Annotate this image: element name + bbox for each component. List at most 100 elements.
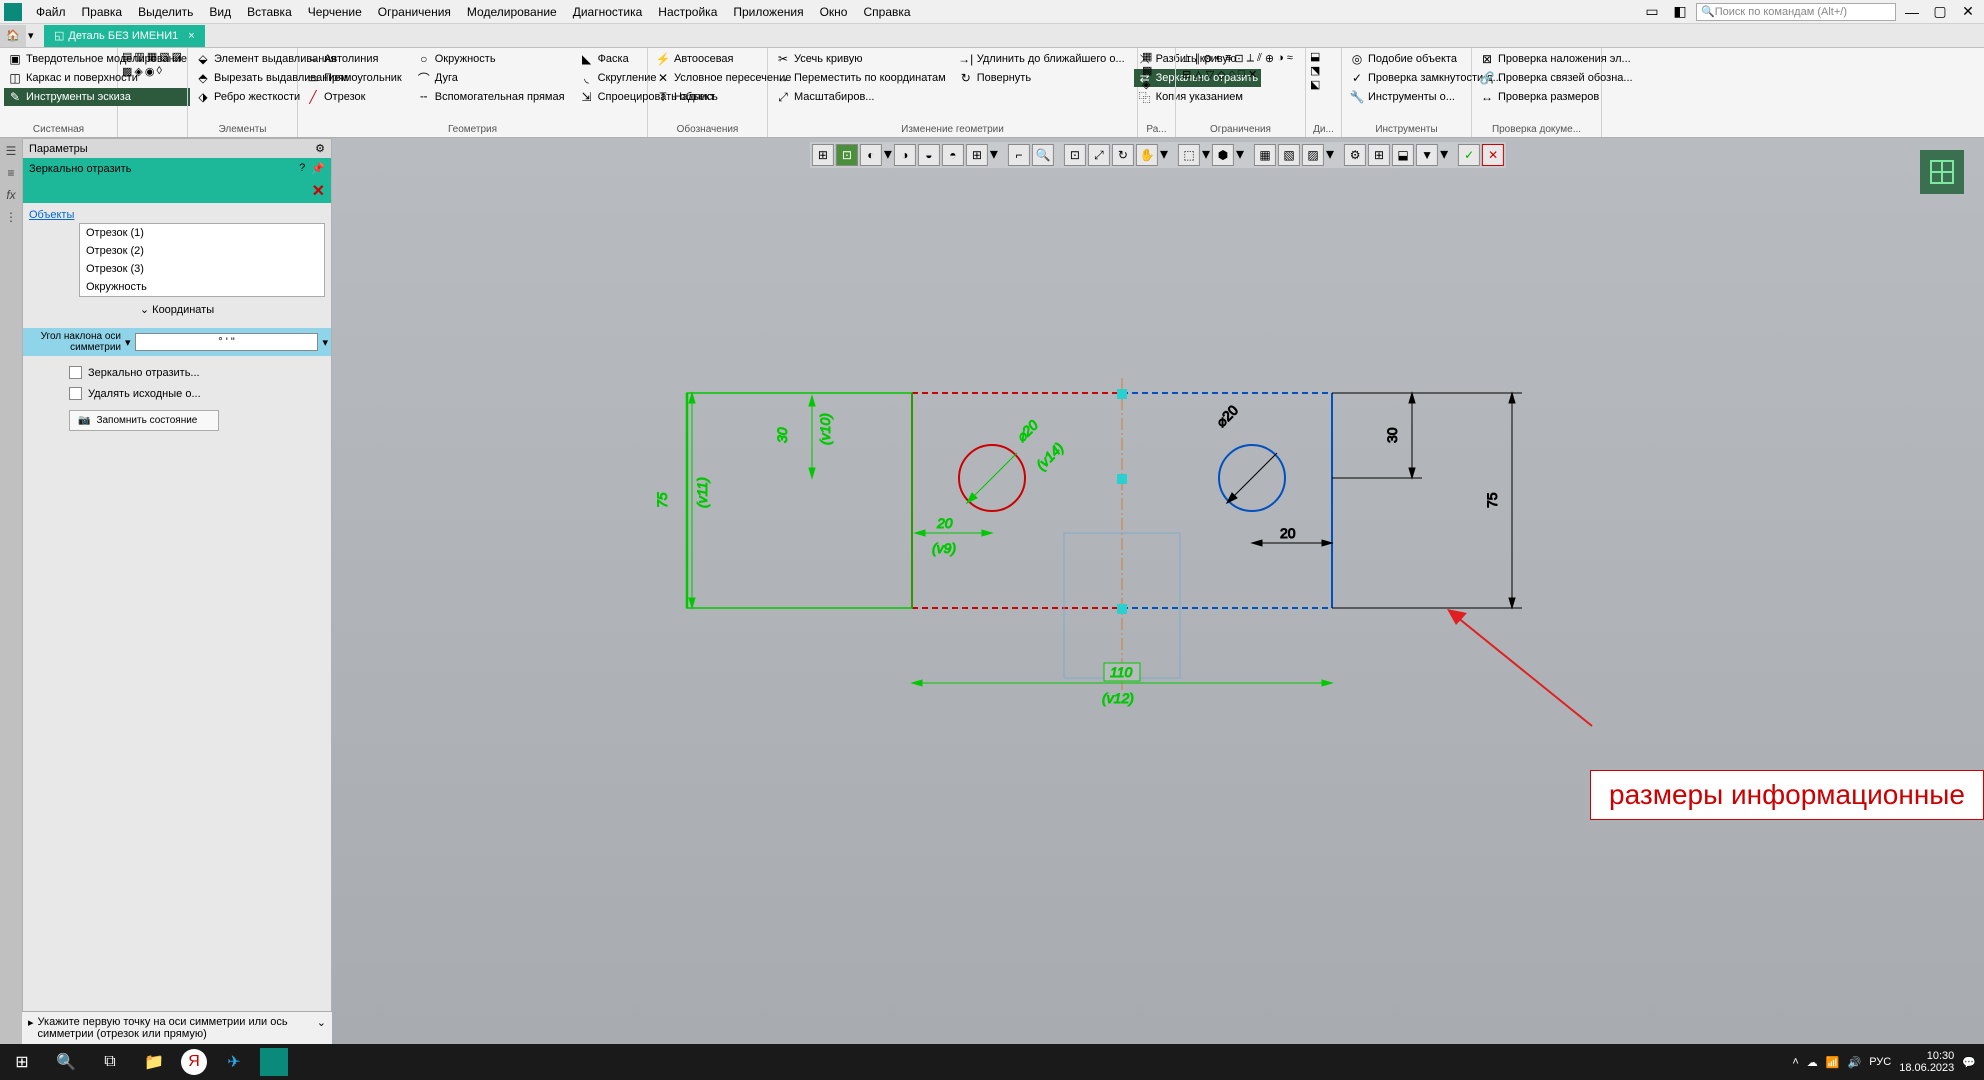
tool-icon[interactable]: ▩ [1142, 64, 1152, 77]
kompas-button[interactable] [260, 1048, 288, 1076]
tab-close-icon[interactable]: × [188, 30, 194, 42]
constraint-icon[interactable]: □ [1238, 68, 1245, 81]
vt-icon[interactable]: ⬚ [1178, 144, 1200, 166]
constraint-icon[interactable]: ⟂ [1247, 52, 1254, 65]
vt-icon[interactable]: ▼ [1416, 144, 1438, 166]
vt-icon[interactable]: ◓ [942, 144, 964, 166]
menu-diagnostics[interactable]: Диагностика [565, 3, 651, 21]
tool-icon[interactable]: ▩ [122, 65, 132, 78]
constraint-icon[interactable]: ⊥ [1182, 52, 1192, 65]
layers-icon[interactable]: ≡ [2, 164, 20, 182]
constraint-icon[interactable]: ◐ [1215, 52, 1222, 65]
move-button[interactable]: ↔Переместить по координатам [772, 69, 949, 87]
tray-chevron-icon[interactable]: ˄ [1792, 1056, 1798, 1068]
vt-icon[interactable]: ▨ [1302, 144, 1324, 166]
menu-help[interactable]: Справка [855, 3, 918, 21]
scale-button[interactable]: ⤢Масштабиров... [772, 88, 949, 106]
vt-icon[interactable]: ⤢ [1088, 144, 1110, 166]
start-button[interactable]: ⊞ [0, 1044, 44, 1080]
trim-button[interactable]: ✂Усечь кривую [772, 50, 949, 68]
clock[interactable]: 10:30 18.06.2023 [1899, 1050, 1954, 1074]
rotate-button[interactable]: ↻Повернуть [955, 69, 1128, 87]
constraint-icon[interactable]: △ [1194, 68, 1202, 81]
search-button[interactable]: 🔍 [44, 1044, 88, 1080]
dropdown-icon[interactable]: ▾ [990, 144, 998, 166]
rectangle-button[interactable]: ▭Прямоугольник [302, 69, 405, 87]
vt-icon[interactable]: ↻ [1112, 144, 1134, 166]
constraint-icon[interactable]: ≡ [1225, 52, 1231, 65]
list-item[interactable]: Отрезок (2) [80, 242, 324, 260]
dim-check-button[interactable]: ↔Проверка размеров [1476, 88, 1636, 106]
menu-apps[interactable]: Приложения [725, 3, 811, 21]
minimize-button[interactable]: — [1900, 3, 1924, 21]
tool-icon[interactable]: ⬓ [1310, 50, 1320, 63]
checkbox[interactable] [69, 366, 82, 379]
tool-icon[interactable]: ▥ [134, 50, 144, 63]
remember-state-button[interactable]: 📷 Запомнить состояние [69, 410, 219, 431]
vt-icon[interactable]: ⬓ [1392, 144, 1414, 166]
tab-dropdown[interactable]: ▾ [28, 29, 44, 42]
vt-icon[interactable]: ⊡ [836, 144, 858, 166]
dropdown-icon[interactable]: ▾ [125, 336, 131, 349]
constraint-icon[interactable]: ✕ [1248, 68, 1257, 81]
tool-icon[interactable]: ⬕ [1310, 78, 1320, 91]
tool-icon[interactable]: ▨ [172, 50, 182, 63]
vt-icon[interactable]: ◒ [918, 144, 940, 166]
dropdown-icon[interactable]: ▾ [1440, 144, 1448, 166]
lang-indicator[interactable]: РУС [1869, 1056, 1891, 1068]
menu-constraints[interactable]: Ограничения [370, 3, 459, 21]
menu-edit[interactable]: Правка [74, 3, 131, 21]
cloud-icon[interactable]: ☁ [1807, 1056, 1818, 1069]
help-icon[interactable]: ? [299, 162, 305, 175]
list-item[interactable]: Окружность [80, 278, 324, 296]
yandex-button[interactable]: Я [181, 1049, 207, 1075]
objects-list[interactable]: Отрезок (1) Отрезок (2) Отрезок (3) Окру… [79, 223, 325, 297]
menu-settings[interactable]: Настройка [650, 3, 725, 21]
cancel-command-icon[interactable]: ✕ [312, 181, 325, 201]
autoline-button[interactable]: ⎯Автолиния [302, 50, 405, 68]
objects-label[interactable]: Объекты [29, 209, 74, 221]
coords-section[interactable]: Координаты [29, 297, 325, 322]
constraint-icon[interactable]: ⊙ [1203, 52, 1212, 65]
menu-view[interactable]: Вид [201, 3, 239, 21]
dropdown-icon[interactable]: ▾ [1236, 144, 1244, 166]
taskview-button[interactable]: ⧉ [88, 1044, 132, 1080]
layout2-icon[interactable]: ◧ [1668, 3, 1692, 21]
menu-window[interactable]: Окно [812, 3, 856, 21]
constraint-icon[interactable]: ⫽ [1257, 52, 1262, 65]
mirror-checkbox-row[interactable]: Зеркально отразить... [29, 362, 325, 383]
vt-icon[interactable]: ⚙ [1344, 144, 1366, 166]
constraint-icon[interactable]: ◇ [1217, 68, 1225, 81]
list-item[interactable]: Отрезок (1) [80, 224, 324, 242]
menu-file[interactable]: Файл [28, 3, 74, 21]
tree-icon[interactable]: ☰ [2, 142, 20, 160]
volume-icon[interactable]: 🔊 [1848, 1056, 1862, 1069]
fx-icon[interactable]: fx [2, 186, 20, 204]
constraint-icon[interactable]: ∥ [1195, 52, 1201, 65]
angle-input[interactable]: ° ' " [135, 333, 319, 351]
vt-icon[interactable]: ▧ [1278, 144, 1300, 166]
vt-icon[interactable]: ◐ [860, 144, 882, 166]
chevron-icon[interactable]: ⌄ [317, 1016, 326, 1040]
circle-button[interactable]: ○Окружность [413, 50, 568, 68]
constraint-icon[interactable]: ◑ [1277, 52, 1284, 65]
constraint-icon[interactable]: ○ [1229, 68, 1236, 81]
menu-draw[interactable]: Черчение [300, 3, 370, 21]
constraint-icon[interactable]: ≈ [1287, 52, 1293, 65]
constraint-icon[interactable]: ▽ [1206, 68, 1214, 81]
vt-icon[interactable]: ⊞ [812, 144, 834, 166]
segment-button[interactable]: ╱Отрезок [302, 88, 405, 106]
checkbox[interactable] [69, 387, 82, 400]
vt-icon[interactable]: ⊞ [966, 144, 988, 166]
list-icon[interactable]: ⋮ [2, 208, 20, 226]
vt-icon[interactable]: ⌐ [1008, 144, 1030, 166]
drawing-canvas[interactable]: ⊞ ⊡ ◐▾ ◑ ◒ ◓ ⊞▾ ⌐ 🔍 ⊡ ⤢ ↻ ✋▾ ⬚▾ ⬢▾ ▦ ▧ ▨… [332, 138, 1984, 1044]
document-tab[interactable]: ◱ Деталь БЕЗ ИМЕНИ1 × [44, 25, 205, 47]
wifi-icon[interactable]: 📶 [1826, 1056, 1840, 1069]
maximize-button[interactable]: ▢ [1928, 3, 1952, 21]
constraint-icon[interactable]: ⊡ [1234, 52, 1243, 65]
tool-icon[interactable]: ◈ [134, 65, 142, 78]
constraint-icon[interactable]: ⊕ [1265, 52, 1274, 65]
tool-icon[interactable]: ▦ [1142, 50, 1152, 63]
pin-icon[interactable]: 📌 [311, 162, 325, 175]
